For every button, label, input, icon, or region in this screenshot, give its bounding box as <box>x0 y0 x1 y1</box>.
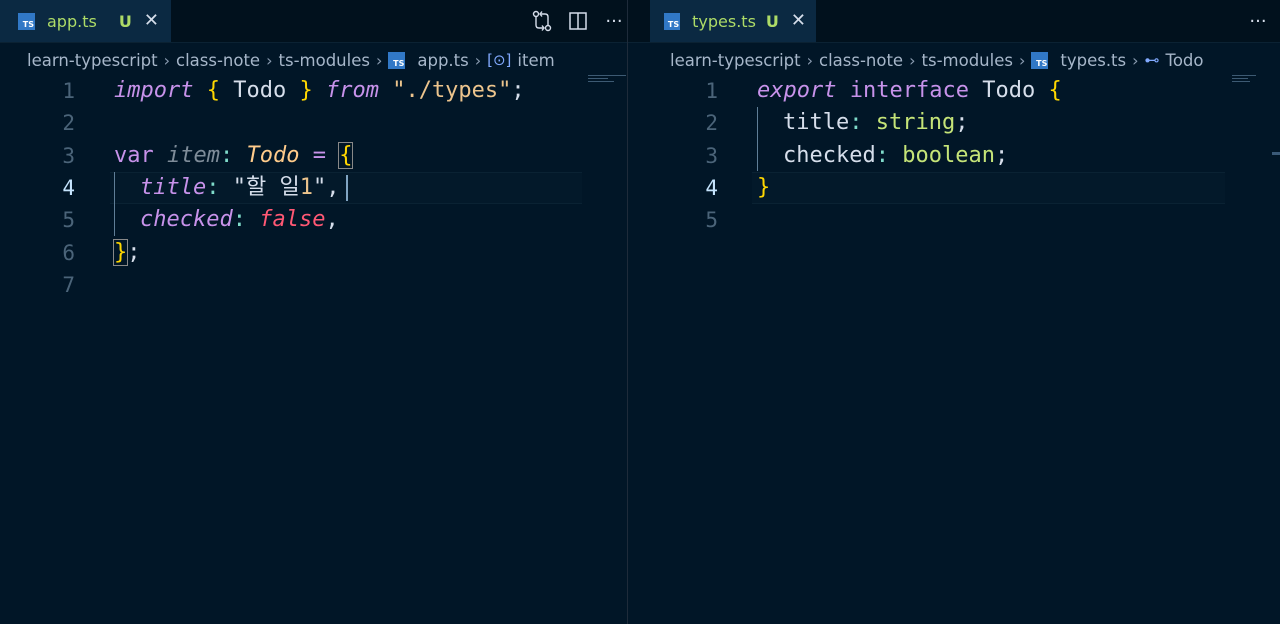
code-line: export interface Todo { <box>757 78 1062 103</box>
chevron-right-icon: › <box>909 50 916 70</box>
code-line: import { Todo } from "./types"; <box>114 78 525 103</box>
code-line: }; <box>112 239 141 266</box>
close-icon[interactable]: ✕ <box>791 12 806 30</box>
interface-symbol-icon: ⊷ <box>1144 51 1160 69</box>
breadcrumb-symbol[interactable]: [⊙] item <box>487 51 555 70</box>
chevron-right-icon: › <box>1132 50 1139 70</box>
code-line: } <box>757 175 771 200</box>
typescript-file-icon: TS <box>664 12 681 30</box>
split-editor-icon <box>569 12 587 30</box>
minimap[interactable] <box>588 75 628 85</box>
right-tab-bar: TS types.ts U ✕ ··· <box>628 0 1280 43</box>
untracked-status-badge: U <box>118 11 132 31</box>
breadcrumb-file[interactable]: TS types.ts <box>1031 51 1126 70</box>
typescript-file-icon: TS <box>388 51 406 69</box>
chevron-right-icon: › <box>266 50 273 70</box>
code-line: var item: Todo = { <box>114 142 354 169</box>
left-editor-group: TS app.ts U ✕ ··· learn-typescript › cla… <box>0 0 646 624</box>
code-line: title: "할 일1", <box>140 175 340 200</box>
breadcrumb-symbol-label: item <box>517 50 555 70</box>
chevron-right-icon: › <box>1018 50 1026 70</box>
tab-label: types.ts <box>692 11 756 31</box>
breadcrumb-symbol[interactable]: ⊷ Todo <box>1145 51 1204 70</box>
line-number: 5 <box>62 208 75 232</box>
line-number: 3 <box>62 144 75 168</box>
breadcrumb-item[interactable]: ts-modules <box>922 51 1013 70</box>
text-cursor <box>346 175 348 201</box>
breadcrumb-item[interactable]: learn-typescript <box>27 51 158 70</box>
code-editor[interactable]: 1 2 3 4 5 6 7 import { Todo } from "./ty… <box>0 75 627 624</box>
typescript-file-icon: TS <box>1031 51 1049 69</box>
right-editor-group: TS types.ts U ✕ ··· learn-typescript › c… <box>628 0 1280 624</box>
breadcrumb-item[interactable]: class-note <box>819 51 903 70</box>
chevron-right-icon: › <box>474 50 482 70</box>
indent-guide <box>757 107 758 171</box>
code-line: checked: false, <box>140 207 339 232</box>
indent-guide <box>114 172 115 236</box>
tab-app-ts[interactable]: TS app.ts U ✕ <box>0 0 171 42</box>
line-number: 2 <box>62 111 75 135</box>
line-number: 6 <box>62 241 75 265</box>
git-compare-icon <box>532 10 552 32</box>
vscode-editor-window: TS app.ts U ✕ ··· learn-typescript › cla… <box>0 0 1280 624</box>
line-number: 4 <box>62 176 75 200</box>
chevron-right-icon: › <box>806 50 813 70</box>
current-line-highlight <box>752 172 1225 204</box>
breadcrumb-file-label: app.ts <box>417 50 469 70</box>
code-line: title: string; <box>783 110 969 135</box>
line-number: 5 <box>705 208 718 232</box>
open-changes-button[interactable] <box>526 0 558 42</box>
tab-types-ts[interactable]: TS types.ts U ✕ <box>650 0 816 42</box>
breadcrumb: learn-typescript › class-note › ts-modul… <box>628 46 1280 74</box>
code-line: checked: boolean; <box>783 143 1009 168</box>
split-editor-button[interactable] <box>562 0 594 42</box>
scrollbar-marker <box>1272 152 1280 155</box>
more-actions-button[interactable]: ··· <box>598 0 630 42</box>
close-icon[interactable]: ✕ <box>144 12 159 30</box>
minimap[interactable] <box>1232 75 1272 85</box>
untracked-status-badge: U <box>765 11 779 31</box>
breadcrumb-item[interactable]: ts-modules <box>279 51 370 70</box>
tab-label: app.ts <box>47 11 97 31</box>
line-number: 3 <box>705 144 718 168</box>
chevron-right-icon: › <box>375 50 383 70</box>
left-tab-bar: TS app.ts U ✕ ··· <box>0 0 627 43</box>
breadcrumb-file-label: types.ts <box>1060 50 1127 70</box>
line-number: 7 <box>62 273 75 297</box>
code-editor[interactable]: 1 2 3 4 5 export interface Todo { title:… <box>628 75 1280 624</box>
variable-symbol-icon: [⊙] <box>487 51 512 69</box>
breadcrumb-symbol-label: Todo <box>1165 50 1204 70</box>
breadcrumb-item[interactable]: learn-typescript <box>670 51 801 70</box>
line-number: 1 <box>62 79 75 103</box>
breadcrumb-item[interactable]: class-note <box>176 51 260 70</box>
breadcrumb: learn-typescript › class-note › ts-modul… <box>0 46 627 74</box>
line-number: 1 <box>705 79 718 103</box>
more-actions-button[interactable]: ··· <box>1242 0 1274 42</box>
line-number: 4 <box>705 176 718 200</box>
line-number: 2 <box>705 111 718 135</box>
chevron-right-icon: › <box>163 50 170 70</box>
breadcrumb-file[interactable]: TS app.ts <box>388 50 469 70</box>
typescript-file-icon: TS <box>18 12 35 30</box>
